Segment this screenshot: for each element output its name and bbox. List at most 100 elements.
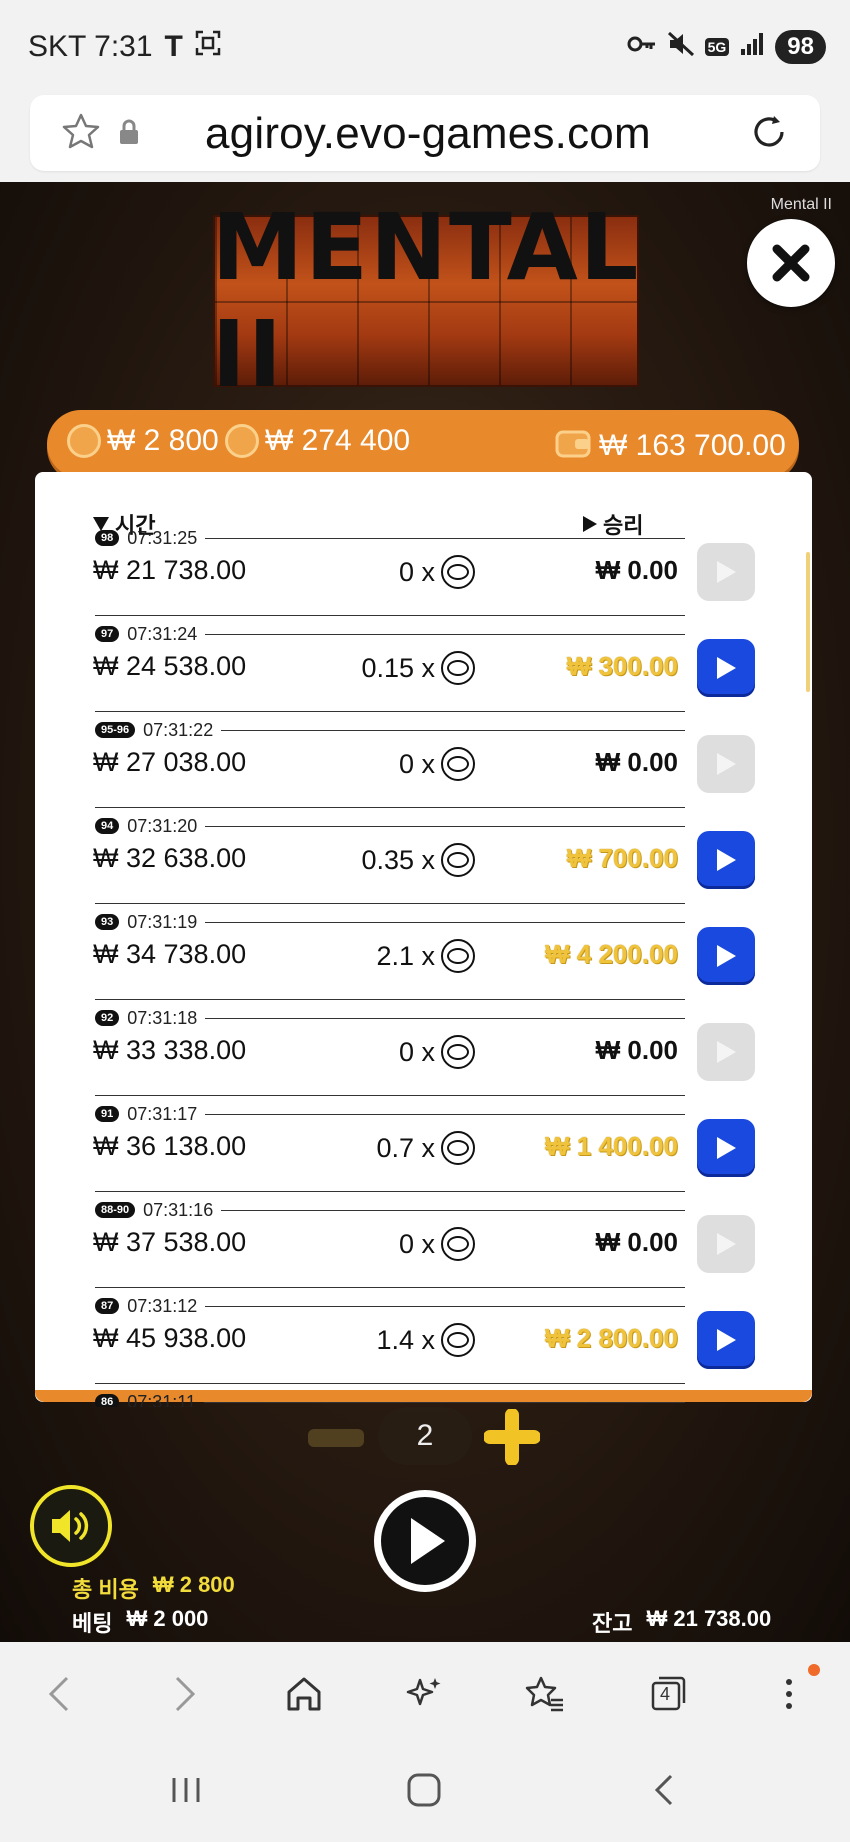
wallet-icon (555, 424, 593, 468)
row-divider (221, 729, 685, 731)
back-button[interactable] (36, 1670, 84, 1718)
tabs-button[interactable]: 4 (644, 1670, 692, 1718)
history-row: 87 07:31:12 ₩ 45 938.00 1.4 x ₩ 2 800.00 (55, 1295, 755, 1391)
tabs-count: 4 (660, 1684, 671, 1704)
multiplier-value: 0 x (398, 748, 435, 779)
ai-tools-button[interactable] (400, 1670, 448, 1718)
mute-icon (667, 31, 695, 64)
network-5g: 5G (704, 38, 730, 56)
replay-button[interactable] (697, 831, 755, 889)
row-balance: ₩ 24 538.00 (93, 651, 247, 681)
play-icon (717, 1041, 736, 1063)
history-row: 88-90 07:31:16 ₩ 37 538.00 0 x ₩ 0.00 (55, 1199, 755, 1295)
replay-button[interactable] (697, 543, 755, 601)
row-balance: ₩ 33 338.00 (93, 1035, 247, 1065)
row-balance: ₩ 21 738.00 (93, 555, 247, 585)
row-time: 07:31:17 (127, 1103, 198, 1124)
url-text[interactable]: agiroy.evo-games.com (205, 109, 651, 159)
round-tag: 97 (95, 626, 120, 642)
reload-icon[interactable] (748, 111, 790, 158)
system-navigation (0, 1742, 850, 1842)
round-tag: 88-90 (95, 1202, 136, 1218)
replay-button[interactable] (697, 1119, 755, 1177)
row-multiplier: 2.1 x (305, 939, 475, 973)
row-meta: 94 07:31:20 (95, 815, 685, 837)
row-balance: ₩ 45 938.00 (93, 1323, 247, 1353)
replay-button[interactable] (697, 639, 755, 697)
play-icon (717, 849, 736, 871)
row-time: 07:31:12 (127, 1295, 198, 1316)
row-meta: 98 07:31:25 (95, 527, 685, 549)
row-meta: 91 07:31:17 (95, 1103, 685, 1125)
round-tag: 86 (95, 1394, 120, 1407)
total-cost-value: ₩ 2 800 (152, 1572, 235, 1597)
row-multiplier: 0 x (305, 555, 475, 589)
row-divider (205, 1305, 685, 1307)
row-time: 07:31:20 (127, 815, 198, 836)
bookmark-star-icon[interactable] (60, 111, 102, 158)
t-icon: T (164, 30, 183, 63)
home-icon (287, 1677, 321, 1711)
key-icon (627, 33, 657, 61)
row-win: ₩ 1 400.00 (545, 1131, 678, 1161)
wallet-value: ₩ 163 700.00 (599, 429, 786, 462)
wallet-item: ₩ 163 700.00 (555, 424, 786, 468)
round-tag: 94 (95, 818, 120, 834)
sound-button[interactable] (30, 1485, 112, 1567)
total-cost: 총 비용 ₩ 2 800 (72, 1572, 235, 1604)
play-icon (717, 1233, 736, 1255)
play-icon (717, 1137, 736, 1159)
multiplier-value: 0 x (398, 1036, 435, 1067)
row-multiplier: 0.35 x (305, 843, 475, 877)
close-button[interactable] (747, 219, 835, 307)
address-bar[interactable]: agiroy.evo-games.com (30, 95, 820, 171)
row-time: 07:31:16 (143, 1199, 214, 1220)
row-win: ₩ 700.00 (566, 843, 678, 873)
round-tag: 87 (95, 1298, 120, 1314)
decrease-button[interactable] (308, 1429, 364, 1447)
spin-button[interactable] (374, 1490, 476, 1592)
row-win: ₩ 0.00 (595, 747, 678, 777)
home-button[interactable] (280, 1670, 328, 1718)
replay-button[interactable] (697, 1023, 755, 1081)
row-win: ₩ 0.00 (595, 555, 678, 585)
forward-button[interactable] (160, 1670, 208, 1718)
bet-total-item: ₩ 2 800 (67, 424, 219, 458)
row-time: 07:31:19 (127, 911, 198, 932)
recent-apps-button[interactable] (162, 1766, 210, 1814)
row-meta: 92 07:31:18 (95, 1007, 685, 1029)
multiplier-value: 1.4 x (376, 1324, 435, 1355)
home-square-icon (407, 1773, 441, 1807)
signal-icon (739, 31, 765, 64)
balance-bar: ₩ 2 800 ₩ 274 400 ₩ 163 700.00 (47, 410, 799, 478)
menu-button[interactable] (765, 1670, 813, 1718)
row-divider (203, 1401, 685, 1403)
multiplier-value: 0 x (398, 1228, 435, 1259)
system-home-button[interactable] (400, 1766, 448, 1814)
history-row: 91 07:31:17 ₩ 36 138.00 0.7 x ₩ 1 400.00 (55, 1103, 755, 1199)
total-cost-label: 총 비용 (72, 1577, 139, 1602)
multiplier-value: 0.35 x (361, 844, 435, 875)
history-row: 97 07:31:24 ₩ 24 538.00 0.15 x ₩ 300.00 (55, 623, 755, 719)
replay-button[interactable] (697, 927, 755, 985)
star-list-icon (525, 1676, 563, 1712)
logo-text: MENTAL II (211, 194, 641, 408)
max-win-item: ₩ 274 400 (225, 424, 410, 458)
status-bar: SKT 7:31 T 5G 98 (0, 0, 850, 95)
bookmarks-button[interactable] (520, 1670, 568, 1718)
plus-icon (483, 1408, 541, 1466)
row-time: 07:31:25 (127, 527, 198, 548)
status-left: SKT 7:31 T (28, 30, 221, 64)
row-multiplier: 0 x (305, 1227, 475, 1261)
multiplier-value: 0.15 x (361, 652, 435, 683)
replay-button[interactable] (697, 1215, 755, 1273)
replay-button[interactable] (697, 735, 755, 793)
system-back-button[interactable] (640, 1766, 688, 1814)
row-divider (205, 633, 685, 635)
row-meta: 93 07:31:19 (95, 911, 685, 933)
coin-icon (67, 424, 101, 458)
increase-button[interactable] (483, 1408, 541, 1470)
status-right: 5G 98 (627, 30, 826, 64)
scrollbar[interactable] (806, 552, 810, 692)
replay-button[interactable] (697, 1311, 755, 1369)
